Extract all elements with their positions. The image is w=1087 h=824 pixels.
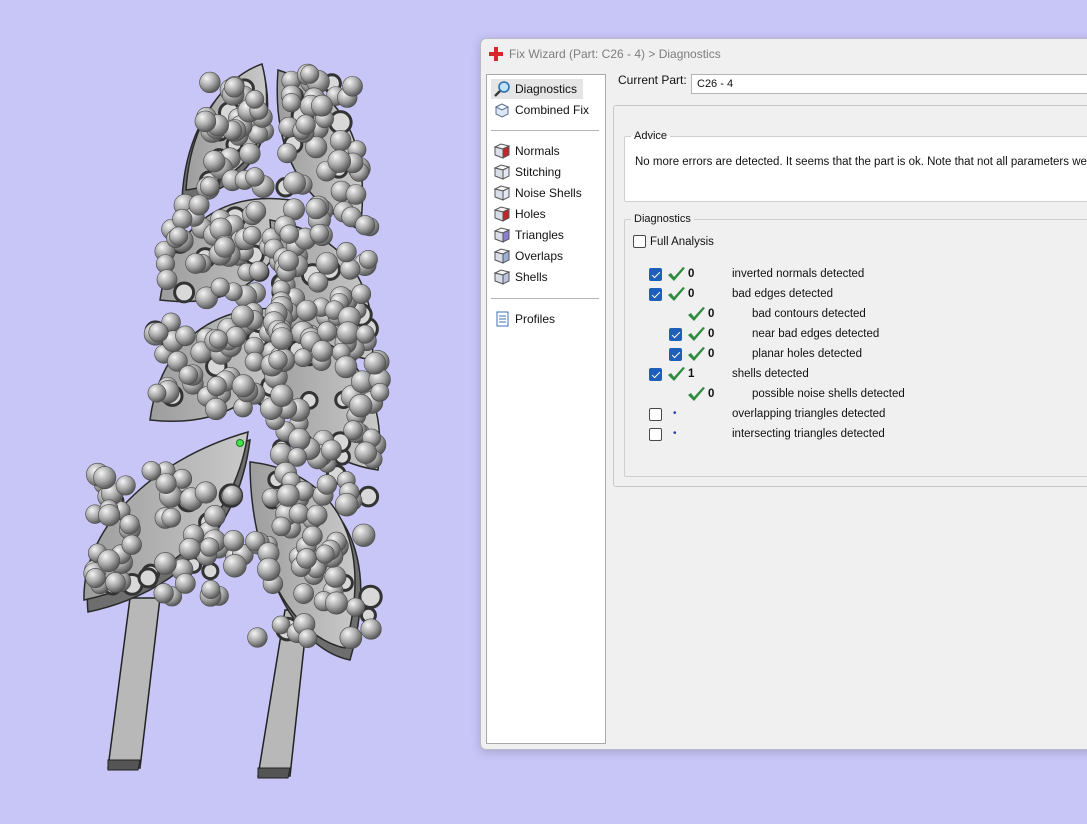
window-title: Fix Wizard (Part: C26 - 4) > Diagnostics bbox=[509, 47, 721, 61]
nav-item-profiles[interactable]: Profiles bbox=[491, 309, 561, 329]
green-check-icon bbox=[688, 387, 705, 401]
diagnostic-label: intersecting triangles detected bbox=[732, 428, 885, 440]
nav-item-label: Normals bbox=[515, 144, 560, 158]
diagnostic-row: 1 shells detected bbox=[625, 365, 1087, 385]
full-analysis-option[interactable]: Full Analysis bbox=[633, 235, 714, 248]
3d-part-model[interactable] bbox=[0, 0, 480, 824]
diagnostic-row: • intersecting triangles detected bbox=[625, 425, 1087, 445]
diagnostic-row: 0 bad edges detected bbox=[625, 285, 1087, 305]
nav-item-noise-shells[interactable]: Noise Shells bbox=[491, 183, 588, 203]
diagnostic-label: possible noise shells detected bbox=[752, 388, 905, 400]
diagnostic-count: 1 bbox=[688, 368, 695, 380]
combined-fix-icon bbox=[494, 103, 510, 118]
green-check-icon bbox=[688, 347, 705, 361]
nav-item-triangles[interactable]: Triangles bbox=[491, 225, 570, 245]
pending-dot-icon: • bbox=[673, 408, 677, 419]
shells-cube-icon bbox=[493, 269, 511, 285]
advice-text: No more errors are detected. It seems th… bbox=[635, 156, 1087, 168]
3d-viewport[interactable] bbox=[0, 0, 480, 824]
nav-item-stitching[interactable]: Stitching bbox=[491, 162, 567, 182]
nav-item-holes[interactable]: Holes bbox=[491, 204, 552, 224]
diagnostic-count: 0 bbox=[688, 288, 695, 300]
nav-item-overlaps[interactable]: Overlaps bbox=[491, 246, 569, 266]
document-icon bbox=[496, 311, 509, 327]
diagnostic-count: 0 bbox=[708, 308, 715, 320]
nav-item-label: Shells bbox=[515, 270, 548, 284]
diagnostic-count: 0 bbox=[708, 388, 715, 400]
triangles-cube-icon bbox=[493, 227, 511, 243]
diagnostic-row: • overlapping triangles detected bbox=[625, 405, 1087, 425]
diagnostic-count: 0 bbox=[708, 348, 715, 360]
diagnostic-label: planar holes detected bbox=[752, 348, 862, 360]
full-analysis-label: Full Analysis bbox=[650, 235, 714, 248]
diagnostic-count: 0 bbox=[708, 328, 715, 340]
green-check-icon bbox=[688, 307, 705, 321]
diagnostic-checkbox[interactable] bbox=[649, 288, 662, 301]
advice-group: Advice No more errors are detected. It s… bbox=[624, 130, 1087, 202]
diagnostics-title: Diagnostics bbox=[634, 213, 691, 225]
nav-item-label: Noise Shells bbox=[515, 186, 582, 200]
green-check-icon bbox=[668, 287, 685, 301]
diagnostic-count: 0 bbox=[688, 268, 695, 280]
nav-item-shells[interactable]: Shells bbox=[491, 267, 554, 287]
diagnostic-label: overlapping triangles detected bbox=[732, 408, 886, 420]
diagnostic-label: shells detected bbox=[732, 368, 809, 380]
green-check-icon bbox=[668, 267, 685, 281]
diagnostic-checkbox[interactable] bbox=[649, 368, 662, 381]
nav-item-label: Triangles bbox=[515, 228, 564, 242]
pending-dot-icon: • bbox=[673, 428, 677, 439]
nav-item-combined-fix[interactable]: Combined Fix bbox=[491, 100, 595, 120]
diagnostics-page: Advice No more errors are detected. It s… bbox=[613, 105, 1087, 487]
diagnostic-checkbox[interactable] bbox=[669, 328, 682, 341]
magnifier-icon bbox=[494, 81, 510, 97]
diagnostic-label: bad contours detected bbox=[752, 308, 866, 320]
diagnostic-label: bad edges detected bbox=[732, 288, 834, 300]
diagnostic-row: 0 near bad edges detected bbox=[625, 325, 1087, 345]
nav-item-label: Holes bbox=[515, 207, 546, 221]
advice-title: Advice bbox=[634, 130, 668, 142]
nav-item-label: Diagnostics bbox=[515, 82, 578, 96]
diagnostic-row: 0 inverted normals detected bbox=[625, 265, 1087, 285]
diagnostic-checkbox[interactable] bbox=[649, 428, 662, 441]
app-plus-icon bbox=[489, 47, 503, 61]
diagnostic-checkbox[interactable] bbox=[649, 408, 662, 421]
nav-item-label: Combined Fix bbox=[515, 103, 590, 117]
wizard-nav-list: Diagnostics Combined Fix Normals Stitching N… bbox=[486, 74, 606, 744]
nav-separator bbox=[491, 298, 599, 299]
nav-separator bbox=[491, 130, 599, 131]
noise-shells-cube-icon bbox=[493, 185, 511, 201]
normals-cube-icon bbox=[493, 143, 511, 159]
nav-item-label: Overlaps bbox=[515, 249, 564, 263]
diagnostic-checkbox[interactable] bbox=[669, 348, 682, 361]
title-bar[interactable]: Fix Wizard (Part: C26 - 4) > Diagnostics bbox=[481, 39, 1087, 69]
holes-cube-icon bbox=[493, 206, 511, 222]
nav-item-normals[interactable]: Normals bbox=[491, 141, 566, 161]
nav-item-label: Stitching bbox=[515, 165, 562, 179]
diagnostic-checkbox[interactable] bbox=[649, 268, 662, 281]
stitching-cube-icon bbox=[493, 164, 511, 180]
current-part-field[interactable]: C26 - 4 bbox=[691, 74, 1087, 94]
diagnostic-label: inverted normals detected bbox=[732, 268, 865, 280]
fix-wizard-window: Fix Wizard (Part: C26 - 4) > Diagnostics… bbox=[480, 38, 1087, 750]
diagnostic-label: near bad edges detected bbox=[752, 328, 880, 340]
diagnostic-row: 0 bad contours detected bbox=[625, 305, 1087, 325]
diagnostics-group: Diagnostics Full Analysis 0 inverted norm… bbox=[624, 213, 1087, 477]
green-check-icon bbox=[668, 367, 685, 381]
green-check-icon bbox=[688, 327, 705, 341]
diagnostic-row: 0 possible noise shells detected bbox=[625, 385, 1087, 405]
current-part-label: Current Part: bbox=[618, 73, 687, 87]
diagnostic-row: 0 planar holes detected bbox=[625, 345, 1087, 365]
full-analysis-checkbox[interactable] bbox=[633, 235, 646, 248]
nav-item-diagnostics[interactable]: Diagnostics bbox=[491, 79, 584, 99]
nav-item-label: Profiles bbox=[515, 312, 556, 326]
overlaps-cube-icon bbox=[493, 248, 511, 264]
